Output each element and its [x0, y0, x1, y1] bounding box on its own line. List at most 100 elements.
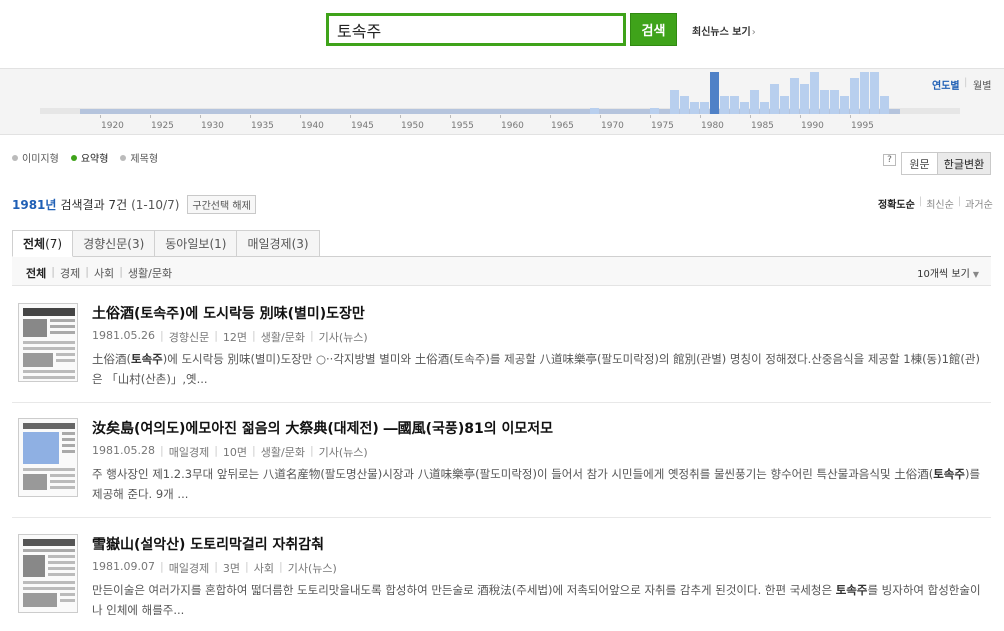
subcategory-society[interactable]: 사회	[94, 265, 114, 281]
timeline-bar-1988[interactable]	[780, 96, 789, 114]
axis-label-1975: 1975	[651, 121, 674, 131]
tab-all[interactable]: 전체 (7)	[12, 230, 74, 257]
timeline-bar-1987[interactable]	[770, 84, 779, 114]
tab-donga[interactable]: 동아일보 (1)	[155, 230, 238, 257]
timeline-bar-1979[interactable]	[690, 102, 699, 114]
search-button[interactable]: 검색	[630, 13, 677, 46]
year-toggle[interactable]: 연도별	[932, 77, 960, 92]
meta-separator: |	[245, 560, 249, 573]
timeline-bar-1995[interactable]	[850, 78, 859, 114]
tab-count: (1)	[209, 236, 227, 251]
meta-separator: |	[252, 444, 256, 457]
timeline-bar-1980[interactable]	[700, 102, 709, 114]
sort-separator: |	[918, 196, 923, 207]
article-title[interactable]: 土俗酒(토속주)에 도시락등 別味(별미)도장만	[92, 303, 365, 323]
per-page-label: 10개씩 보기	[917, 269, 970, 280]
latest-news-link[interactable]: 최신뉴스 보기›	[692, 23, 756, 38]
article-kind: 기사(뉴스)	[318, 331, 368, 344]
article-section: 사회	[253, 562, 274, 575]
tab-label: 매일경제	[247, 237, 292, 251]
meta-separator: |	[159, 560, 164, 573]
view-option-title[interactable]: 제목형	[120, 150, 158, 165]
newspaper-thumbnail[interactable]	[18, 303, 78, 382]
timeline-bar-1983[interactable]	[730, 96, 739, 114]
axis-label-1945: 1945	[351, 121, 374, 131]
meta-separator: |	[159, 329, 164, 342]
axis-label-1995: 1995	[851, 121, 874, 131]
month-toggle[interactable]: 월별	[973, 77, 991, 92]
axis-label-1940: 1940	[301, 121, 324, 131]
article-paper: 매일경제	[168, 446, 210, 459]
subcategory-all[interactable]: 전체	[26, 265, 46, 281]
timeline-bar-1982[interactable]	[720, 96, 729, 114]
clear-range-button[interactable]: 구간선택 해제	[187, 195, 256, 214]
original-text-button[interactable]: 원문	[901, 152, 938, 175]
help-icon[interactable]: ?	[883, 154, 896, 166]
view-option-label: 제목형	[130, 154, 159, 165]
newspaper-tabs: 전체 (7) 경향신문 (3) 동아일보 (1) 매일경제 (3)	[12, 230, 320, 257]
newspaper-page-icon	[23, 308, 75, 379]
timeline-bar-1985[interactable]	[750, 90, 759, 114]
timeline-bar-1992[interactable]	[820, 90, 829, 114]
meta-separator: |	[252, 329, 256, 342]
newspaper-page-icon	[23, 539, 75, 607]
search-box[interactable]	[326, 13, 626, 46]
result-count: 검색결과 7건	[60, 198, 128, 212]
search-input[interactable]	[329, 16, 623, 43]
tab-count: (3)	[291, 236, 309, 251]
article-item: 雪嶽山(설악산) 도토리막걸리 자취감춰 1981.09.07 | 매일경제 | 3…	[12, 534, 991, 620]
article-kind: 기사(뉴스)	[318, 446, 368, 459]
timeline-bar-1997[interactable]	[870, 72, 879, 114]
subcategory-economy[interactable]: 경제	[60, 265, 80, 281]
subcategory-life-culture[interactable]: 생활/문화	[128, 265, 172, 281]
sort-newest[interactable]: 최신순	[926, 196, 954, 211]
sort-oldest[interactable]: 과거순	[965, 196, 993, 211]
article-meta: 1981.05.26 | 경향신문 | 12면 | 생활/문화 | 기사(뉴스)	[92, 329, 368, 345]
article-date: 1981.05.28	[92, 444, 155, 457]
timeline-svg[interactable]: 1920 1925 1930 1935 1940 1945 1950 1955 1960 1965…	[0, 69, 1004, 136]
timeline-bar-1981[interactable]	[710, 72, 719, 114]
timeline-bar-1993[interactable]	[830, 90, 839, 114]
article-kind: 기사(뉴스)	[287, 562, 337, 575]
timeline-bar-1991[interactable]	[810, 72, 819, 114]
article-title[interactable]: 雪嶽山(설악산) 도토리막걸리 자취감춰	[92, 534, 324, 554]
meta-separator: |	[214, 329, 218, 342]
sort-options: 정확도순 | 최신순 | 과거순	[878, 196, 993, 211]
article-page: 10면	[222, 446, 248, 459]
timeline-bar-1977[interactable]	[670, 90, 679, 114]
newspaper-thumbnail[interactable]	[18, 534, 78, 613]
view-options: 이미지형 요약형 제목형	[12, 150, 158, 165]
timeline-bar-1990[interactable]	[800, 84, 809, 114]
article-title[interactable]: 汝矣島(여의도)에모아진 젊음의 大祭典(대제전) ―國風(국풍)81의 이모저…	[92, 418, 553, 438]
meta-separator: |	[309, 444, 314, 457]
timeline-bar-1986[interactable]	[760, 102, 769, 114]
view-option-image[interactable]: 이미지형	[12, 150, 59, 165]
sort-accuracy[interactable]: 정확도순	[878, 196, 915, 211]
axis-label-1925: 1925	[151, 121, 174, 131]
timeline-bar-1975[interactable]	[650, 108, 659, 114]
meta-separator: |	[159, 444, 164, 457]
timeline-bar-1978[interactable]	[680, 96, 689, 114]
hangul-convert-button[interactable]: 한글변환	[937, 152, 991, 175]
timeline-bar-1989[interactable]	[790, 78, 799, 114]
view-option-summary[interactable]: 요약형	[70, 150, 108, 165]
timeline-bar-1969[interactable]	[590, 108, 599, 114]
radio-dot-icon	[120, 154, 127, 161]
timeline-bar-1998[interactable]	[880, 96, 889, 114]
timeline-chart[interactable]: 1920 1925 1930 1935 1940 1945 1950 1955 1960 1965…	[0, 68, 1004, 135]
result-range: (1-10/7)	[131, 197, 180, 212]
per-page-select[interactable]: 10개씩 보기 ▼	[917, 265, 979, 280]
snippet-text: )에 도시락등 別味(별미)도장만 ○··각지방별 별미와 土俗酒(토속주)를 …	[92, 352, 980, 386]
timeline-bar-1984[interactable]	[740, 102, 749, 114]
axis-label-1930: 1930	[201, 121, 224, 131]
axis-label-1935: 1935	[251, 121, 274, 131]
tab-maeil[interactable]: 매일경제 (3)	[237, 230, 320, 257]
meta-separator: |	[309, 329, 314, 342]
newspaper-thumbnail[interactable]	[18, 418, 78, 497]
article-paper: 경향신문	[168, 331, 210, 344]
timeline-bar-1994[interactable]	[840, 96, 849, 114]
axis-label-1920: 1920	[101, 121, 124, 131]
tab-kyunghyang[interactable]: 경향신문 (3)	[73, 230, 156, 257]
axis-label-1960: 1960	[501, 121, 524, 131]
timeline-bar-1996[interactable]	[860, 72, 869, 114]
